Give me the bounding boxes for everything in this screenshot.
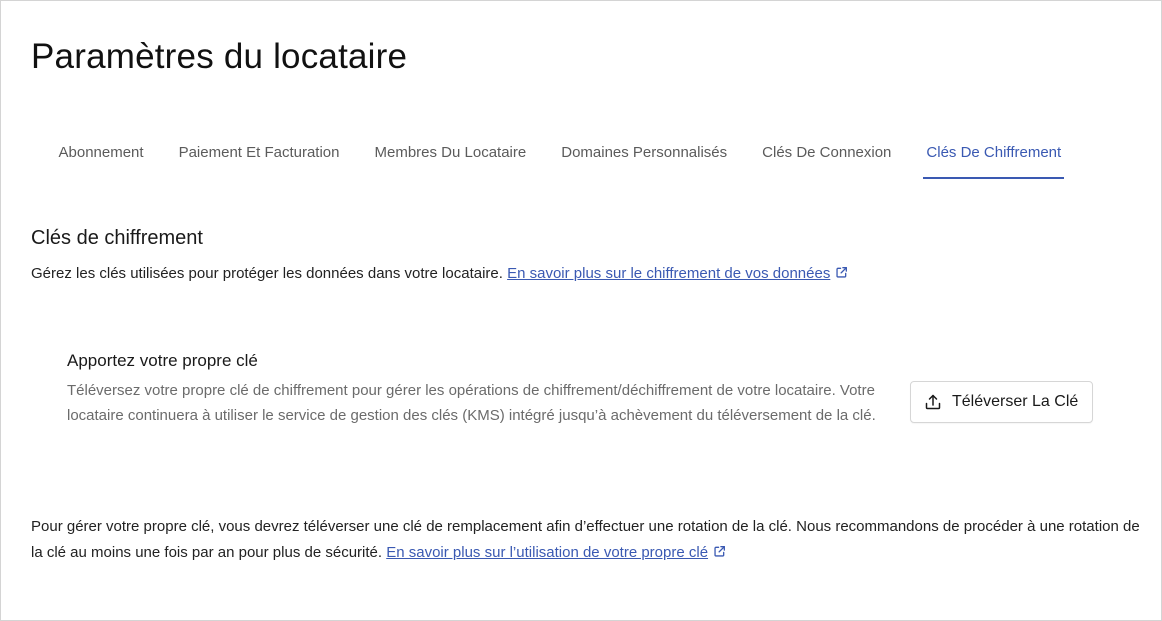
tab-encryption-keys[interactable]: Clés De Chiffrement bbox=[923, 125, 1064, 179]
tab-label: Clés De Chiffrement bbox=[926, 143, 1062, 161]
tab-subscription[interactable]: Abonnement bbox=[41, 125, 161, 179]
encryption-section-description: Gérez les clés utilisées pour protéger l… bbox=[31, 265, 848, 282]
tab-label: Domaines Personnalisés bbox=[561, 143, 728, 161]
tab-label: Paiement Et Facturation bbox=[178, 143, 340, 161]
byok-learn-more-link[interactable]: En savoir plus sur l’utilisation de votr… bbox=[386, 544, 708, 561]
page-title: Paramètres du locataire bbox=[31, 37, 408, 76]
tenant-settings-page: Paramètres du locataire Abonnement Paiem… bbox=[0, 0, 1162, 621]
rotation-info: Pour gérer votre propre clé, vous devrez… bbox=[31, 514, 1141, 565]
external-link-icon[interactable] bbox=[713, 545, 726, 558]
upload-key-button[interactable]: Téléverser La Clé bbox=[910, 381, 1093, 423]
upload-key-button-label: Téléverser La Clé bbox=[952, 393, 1079, 410]
byok-description: Téléversez votre propre clé de chiffreme… bbox=[67, 382, 876, 424]
tab-custom-domains[interactable]: Domaines Personnalisés bbox=[544, 125, 745, 179]
tab-label: Abonnement bbox=[58, 143, 144, 161]
upload-icon bbox=[925, 394, 941, 410]
external-link-icon[interactable] bbox=[835, 266, 848, 279]
tab-signing-keys[interactable]: Clés De Connexion bbox=[745, 125, 909, 179]
byok-title: Apportez votre propre clé bbox=[67, 351, 258, 370]
tab-payment-billing[interactable]: Paiement Et Facturation bbox=[161, 125, 357, 179]
tab-label: Membres Du Locataire bbox=[374, 143, 527, 161]
encryption-section-title: Clés de chiffrement bbox=[31, 227, 203, 249]
tab-label: Clés De Connexion bbox=[762, 143, 892, 161]
encryption-description-text: Gérez les clés utilisées pour protéger l… bbox=[31, 265, 503, 282]
settings-tabs: Abonnement Paiement Et Facturation Membr… bbox=[41, 125, 1064, 179]
tab-tenant-members[interactable]: Membres Du Locataire bbox=[357, 125, 544, 179]
encryption-learn-more-link[interactable]: En savoir plus sur le chiffrement de vos… bbox=[507, 265, 830, 282]
